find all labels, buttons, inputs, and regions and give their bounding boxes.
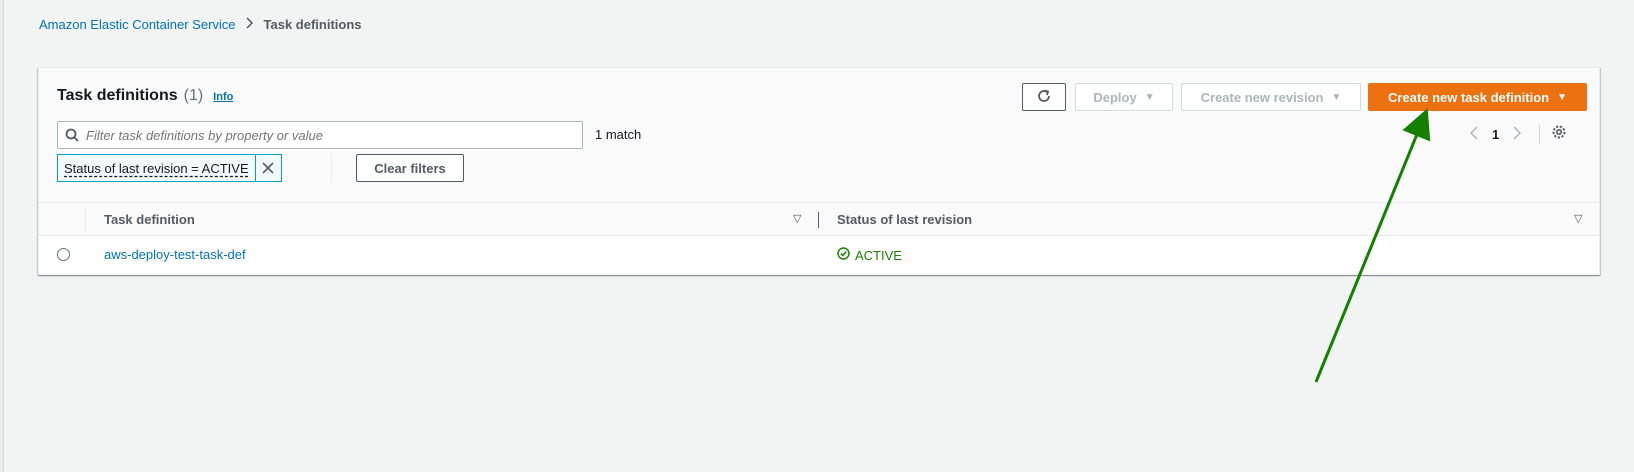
sort-down-icon[interactable]: ▽ [1574, 212, 1582, 225]
refresh-button[interactable] [1022, 83, 1066, 111]
table-row[interactable]: aws-deploy-test-task-def ACTIVE [39, 236, 1599, 274]
search-icon [58, 128, 86, 142]
deploy-button[interactable]: Deploy ▼ [1075, 83, 1173, 111]
create-new-revision-button[interactable]: Create new revision ▼ [1181, 83, 1361, 111]
breadcrumb-ecs-link[interactable]: Amazon Elastic Container Service [39, 17, 236, 32]
search-field[interactable] [57, 121, 583, 149]
match-count: 1 match [595, 127, 642, 142]
column-header-status[interactable]: Status of last revision [837, 212, 972, 227]
info-link[interactable]: Info [213, 91, 233, 103]
panel-title: Task definitions (1) Info [57, 87, 233, 105]
breadcrumb: Amazon Elastic Container Service Task de… [39, 16, 362, 32]
create-task-definition-label: Create new task definition [1388, 89, 1550, 105]
column-divider [85, 208, 86, 232]
task-definitions-panel: Task definitions (1) Info Deploy ▼ Creat… [38, 67, 1600, 275]
filter-token-label: Status of last revision = ACTIVE [64, 160, 249, 176]
search-input[interactable] [86, 127, 566, 143]
chevron-right-icon [246, 16, 254, 32]
breadcrumb-current: Task definitions [263, 16, 362, 32]
panel-title-text: Task definitions [57, 87, 178, 104]
current-page-number[interactable]: 1 [1492, 127, 1499, 142]
success-check-icon [837, 247, 850, 263]
table-header: Task definition ▽ Status of last revisio… [39, 202, 1599, 236]
filter-divider [331, 154, 332, 182]
close-icon[interactable] [254, 155, 281, 181]
gear-icon[interactable] [1551, 124, 1567, 143]
create-task-definition-button[interactable]: Create new task definition ▼ [1368, 83, 1587, 111]
row-select-radio[interactable] [57, 248, 70, 261]
column-header-task-definition[interactable]: Task definition [104, 212, 195, 227]
sort-down-icon[interactable]: ▽ [793, 212, 801, 225]
chevron-right-icon[interactable] [1513, 124, 1522, 145]
status-cell: ACTIVE [837, 247, 902, 263]
chevron-left-icon[interactable] [1469, 124, 1478, 145]
create-new-revision-label: Create new revision [1200, 89, 1324, 105]
panel-title-count: (1) [183, 87, 204, 104]
deploy-label: Deploy [1093, 89, 1137, 105]
pagination: 1 [1469, 124, 1522, 145]
refresh-icon [1036, 88, 1052, 107]
status-text: ACTIVE [855, 247, 902, 263]
clear-filters-button[interactable]: Clear filters [356, 154, 464, 182]
pager-divider [1539, 124, 1540, 144]
filter-token: Status of last revision = ACTIVE [57, 154, 282, 182]
caret-down-icon: ▼ [1144, 91, 1155, 103]
task-definition-link[interactable]: aws-deploy-test-task-def [104, 247, 246, 262]
column-resizer[interactable] [818, 212, 819, 228]
left-navigation-rail [0, 0, 4, 472]
caret-down-icon: ▼ [1331, 91, 1342, 103]
caret-down-icon: ▼ [1557, 91, 1567, 103]
